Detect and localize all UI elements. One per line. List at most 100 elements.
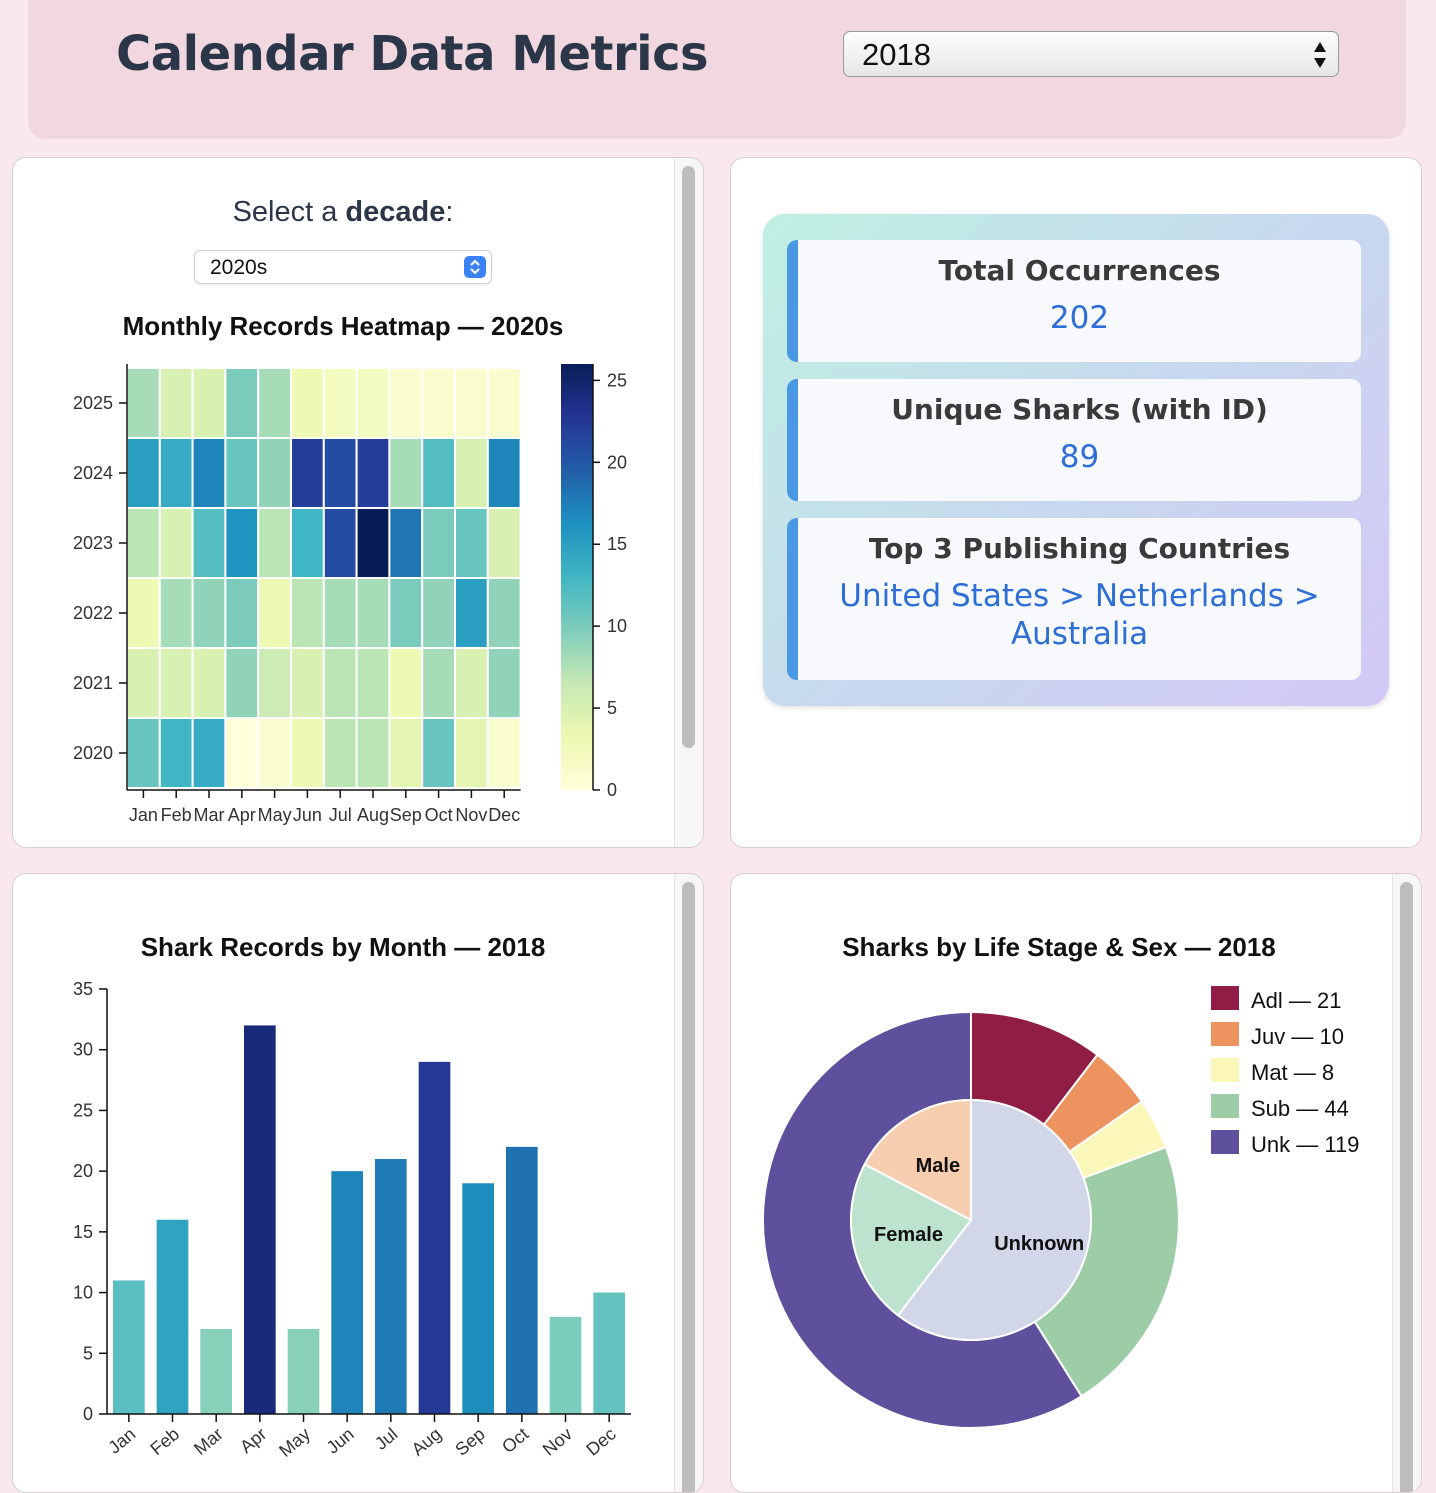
heatmap-cell	[454, 507, 489, 579]
heatmap-cell	[486, 577, 522, 649]
scrollbar[interactable]	[1392, 874, 1421, 1492]
y-tick-label: 2025	[73, 393, 113, 413]
heatmap-cell	[355, 647, 391, 719]
bar	[287, 1329, 320, 1414]
legend-label: Adl — 21	[1251, 988, 1342, 1013]
legend-swatch	[1211, 1130, 1239, 1154]
metrics-card: Total Occurrences 202 Unique Sharks (wit…	[730, 157, 1422, 848]
heatmap-cell	[126, 437, 161, 509]
x-tick-label: Oct	[498, 1424, 532, 1457]
x-tick-label: Sep	[451, 1424, 488, 1460]
heatmap-cell	[224, 577, 260, 649]
heatmap-cell	[158, 647, 194, 719]
bar-chart: 0 5 10 15 20 25 30 35 Jan Feb Mar Apr May Jun Jul Aug Se…	[73, 979, 631, 1461]
x-tick-label: Aug	[408, 1424, 445, 1460]
legend-label: Sub — 44	[1251, 1096, 1349, 1121]
bar	[331, 1171, 363, 1414]
bar	[549, 1316, 582, 1414]
heatmap-cell	[158, 437, 194, 509]
heatmap-cell	[486, 367, 522, 439]
bar	[593, 1292, 625, 1414]
heatmap-cell	[290, 437, 325, 509]
scrollbar-thumb[interactable]	[682, 166, 695, 748]
heatmap-cell	[126, 507, 161, 579]
heatmap-cell	[191, 717, 227, 789]
heatmap-cell	[158, 507, 194, 579]
x-tick-label: Dec	[488, 805, 520, 825]
bar-chart-title: Shark Records by Month — 2018	[140, 932, 546, 962]
x-tick-label: Apr	[236, 1424, 270, 1457]
x-tick-label: Nov	[455, 805, 487, 825]
x-tick-label: Jan	[129, 805, 158, 825]
heatmap-cell	[355, 367, 391, 439]
heatmap-cell	[158, 717, 194, 789]
heatmap-cell	[322, 507, 358, 579]
heatmap-cell	[355, 437, 391, 509]
inner-slice-label: Unknown	[994, 1233, 1084, 1255]
metric-label: Top 3 Publishing Countries	[868, 532, 1291, 565]
heatmap-cell	[486, 717, 522, 789]
metric-unique-sharks: Unique Sharks (with ID) 89	[787, 379, 1361, 501]
heatmap-cell	[290, 647, 325, 719]
scrollbar[interactable]	[674, 874, 703, 1492]
header-bar: Calendar Data Metrics 2018	[28, 0, 1406, 139]
y-tick-label: 0	[83, 1404, 93, 1424]
heatmap-cell	[126, 367, 161, 439]
heatmap-cell	[257, 577, 292, 649]
y-tick-label: 20	[73, 1161, 93, 1181]
x-tick-label: Dec	[582, 1424, 619, 1460]
heatmap-cell	[224, 507, 260, 579]
x-tick-label: Nov	[539, 1424, 576, 1460]
legend-swatch	[1211, 986, 1239, 1010]
heatmap-cell	[126, 577, 161, 649]
pie-chart-card: Sharks by Life Stage & Sex — 2018 Unknow…	[730, 873, 1422, 1493]
scrollbar[interactable]	[674, 158, 703, 847]
y-tick-label: 25	[73, 1100, 93, 1120]
y-tick-label: 10	[73, 1283, 93, 1303]
bar	[462, 1183, 494, 1414]
heatmap-cell	[421, 577, 457, 649]
heatmap-cell	[322, 577, 358, 649]
heatmap-cell	[454, 717, 489, 789]
heatmap-cell	[126, 717, 161, 789]
heatmap-cell	[388, 367, 424, 439]
decade-label: Select a decade:	[232, 196, 454, 228]
heatmap-cell	[191, 367, 227, 439]
x-tick-label: Mar	[190, 1424, 227, 1459]
heatmap-cell	[290, 367, 325, 439]
heatmap-cell	[486, 437, 522, 509]
y-tick-label: 2023	[73, 533, 113, 553]
heatmap-cell	[257, 437, 292, 509]
metrics-panel: Total Occurrences 202 Unique Sharks (wit…	[763, 214, 1389, 706]
bar	[506, 1146, 538, 1414]
pie-chart-title: Sharks by Life Stage & Sex — 2018	[842, 932, 1276, 962]
colorbar-tick-label: 0	[607, 780, 617, 800]
x-tick-label: Apr	[228, 805, 256, 825]
x-tick-label: Jun	[293, 805, 322, 825]
heatmap-card: Select a decade: 2020s Monthly Records H…	[12, 157, 704, 848]
year-select[interactable]: 2018	[843, 31, 1339, 77]
bar	[375, 1159, 407, 1414]
inner-slice-label: Male	[916, 1155, 960, 1177]
y-tick-label: 30	[73, 1040, 93, 1060]
heatmap-cell	[224, 367, 260, 439]
legend-swatch	[1211, 1058, 1239, 1082]
metric-value: 202	[1049, 300, 1110, 336]
heatmap-cell	[421, 437, 457, 509]
bar	[244, 1025, 276, 1414]
heatmap-cell	[257, 507, 292, 579]
scrollbar-thumb[interactable]	[682, 882, 695, 1492]
colorbar-tick-label: 25	[607, 370, 627, 390]
heatmap-cell	[454, 437, 489, 509]
heatmap-cell	[421, 717, 457, 789]
heatmap-cell	[322, 367, 358, 439]
x-tick-label: Aug	[357, 805, 389, 825]
heatmap-cell	[421, 647, 457, 719]
heatmap-cell	[355, 717, 391, 789]
legend-label: Juv — 10	[1251, 1024, 1344, 1049]
heatmap-cell	[224, 437, 260, 509]
scrollbar-thumb[interactable]	[1400, 882, 1413, 1492]
heatmap-cell	[388, 717, 424, 789]
heatmap-cell	[454, 647, 489, 719]
decade-select[interactable]: 2020s	[194, 250, 492, 284]
